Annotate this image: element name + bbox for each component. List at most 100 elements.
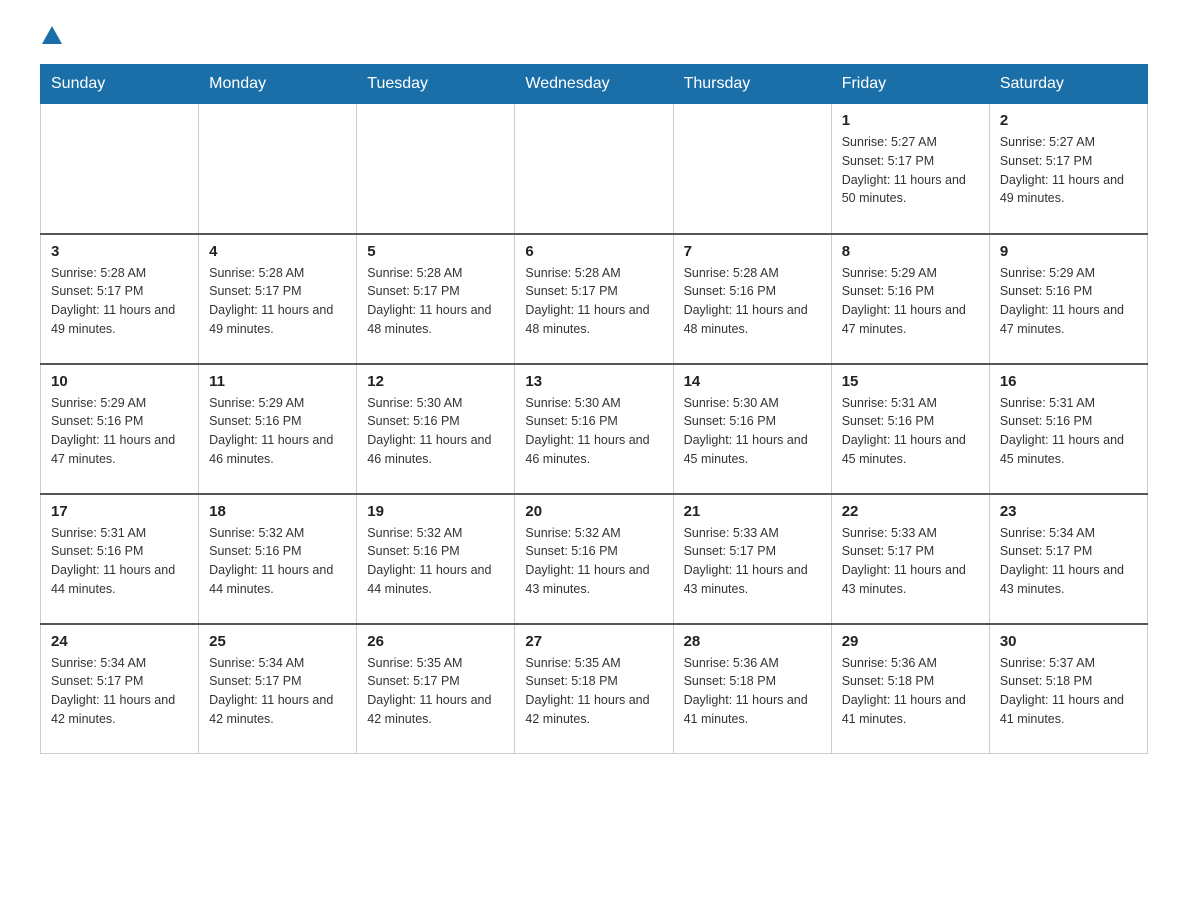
day-number: 4 bbox=[209, 243, 346, 260]
day-number: 3 bbox=[51, 243, 188, 260]
calendar-day-cell: 20 Sunrise: 5:32 AM Sunset: 5:16 PM Dayli… bbox=[515, 494, 673, 624]
day-number: 19 bbox=[367, 503, 504, 520]
day-sun-info: Sunrise: 5:33 AM Sunset: 5:17 PM Dayligh… bbox=[842, 524, 979, 599]
day-number: 18 bbox=[209, 503, 346, 520]
calendar-day-cell: 27 Sunrise: 5:35 AM Sunset: 5:18 PM Dayli… bbox=[515, 624, 673, 754]
day-number: 9 bbox=[1000, 243, 1137, 260]
calendar-day-cell bbox=[199, 104, 357, 234]
day-sun-info: Sunrise: 5:27 AM Sunset: 5:17 PM Dayligh… bbox=[1000, 133, 1137, 208]
calendar-day-cell bbox=[357, 104, 515, 234]
calendar-day-cell: 8Sunrise: 5:29 AM Sunset: 5:16 PM Daylig… bbox=[831, 234, 989, 364]
calendar-week-row: 1 Sunrise: 5:27 AM Sunset: 5:17 PM Daylig… bbox=[41, 104, 1148, 234]
day-of-week-header: Saturday bbox=[989, 65, 1147, 104]
day-number: 11 bbox=[209, 373, 346, 390]
day-sun-info: Sunrise: 5:32 AM Sunset: 5:16 PM Dayligh… bbox=[525, 524, 662, 599]
calendar-day-cell: 18 Sunrise: 5:32 AM Sunset: 5:16 PM Dayli… bbox=[199, 494, 357, 624]
day-sun-info: Sunrise: 5:30 AM Sunset: 5:16 PM Dayligh… bbox=[525, 394, 662, 469]
day-sun-info: Sunrise: 5:32 AM Sunset: 5:16 PM Dayligh… bbox=[209, 524, 346, 599]
day-number: 5 bbox=[367, 243, 504, 260]
logo bbox=[40, 30, 62, 44]
day-number: 1 bbox=[842, 112, 979, 129]
calendar-day-cell: 19 Sunrise: 5:32 AM Sunset: 5:16 PM Dayli… bbox=[357, 494, 515, 624]
calendar-day-cell: 4Sunrise: 5:28 AM Sunset: 5:17 PM Daylig… bbox=[199, 234, 357, 364]
day-number: 13 bbox=[525, 373, 662, 390]
calendar-day-cell: 21 Sunrise: 5:33 AM Sunset: 5:17 PM Dayli… bbox=[673, 494, 831, 624]
day-number: 14 bbox=[684, 373, 821, 390]
day-sun-info: Sunrise: 5:29 AM Sunset: 5:16 PM Dayligh… bbox=[209, 394, 346, 469]
page-header bbox=[40, 30, 1148, 44]
calendar-day-cell: 2 Sunrise: 5:27 AM Sunset: 5:17 PM Daylig… bbox=[989, 104, 1147, 234]
calendar-day-cell: 26 Sunrise: 5:35 AM Sunset: 5:17 PM Dayli… bbox=[357, 624, 515, 754]
day-sun-info: Sunrise: 5:29 AM Sunset: 5:16 PM Dayligh… bbox=[842, 264, 979, 339]
day-number: 10 bbox=[51, 373, 188, 390]
day-sun-info: Sunrise: 5:28 AM Sunset: 5:16 PM Dayligh… bbox=[684, 264, 821, 339]
calendar-day-cell: 11 Sunrise: 5:29 AM Sunset: 5:16 PM Dayli… bbox=[199, 364, 357, 494]
logo-triangle-icon bbox=[42, 26, 62, 44]
calendar-day-cell: 13 Sunrise: 5:30 AM Sunset: 5:16 PM Dayli… bbox=[515, 364, 673, 494]
calendar-day-cell bbox=[673, 104, 831, 234]
day-sun-info: Sunrise: 5:33 AM Sunset: 5:17 PM Dayligh… bbox=[684, 524, 821, 599]
day-number: 30 bbox=[1000, 633, 1137, 650]
calendar-day-cell: 22 Sunrise: 5:33 AM Sunset: 5:17 PM Dayli… bbox=[831, 494, 989, 624]
day-sun-info: Sunrise: 5:37 AM Sunset: 5:18 PM Dayligh… bbox=[1000, 654, 1137, 729]
day-sun-info: Sunrise: 5:34 AM Sunset: 5:17 PM Dayligh… bbox=[1000, 524, 1137, 599]
calendar-week-row: 24 Sunrise: 5:34 AM Sunset: 5:17 PM Dayli… bbox=[41, 624, 1148, 754]
calendar-day-cell: 3 Sunrise: 5:28 AM Sunset: 5:17 PM Daylig… bbox=[41, 234, 199, 364]
day-number: 22 bbox=[842, 503, 979, 520]
day-sun-info: Sunrise: 5:31 AM Sunset: 5:16 PM Dayligh… bbox=[842, 394, 979, 469]
day-number: 25 bbox=[209, 633, 346, 650]
day-number: 26 bbox=[367, 633, 504, 650]
calendar-table: SundayMondayTuesdayWednesdayThursdayFrid… bbox=[40, 64, 1148, 754]
calendar-day-cell: 14Sunrise: 5:30 AM Sunset: 5:16 PM Dayli… bbox=[673, 364, 831, 494]
calendar-week-row: 3 Sunrise: 5:28 AM Sunset: 5:17 PM Daylig… bbox=[41, 234, 1148, 364]
calendar-day-cell: 24 Sunrise: 5:34 AM Sunset: 5:17 PM Dayli… bbox=[41, 624, 199, 754]
calendar-day-cell: 28 Sunrise: 5:36 AM Sunset: 5:18 PM Dayli… bbox=[673, 624, 831, 754]
day-sun-info: Sunrise: 5:32 AM Sunset: 5:16 PM Dayligh… bbox=[367, 524, 504, 599]
day-sun-info: Sunrise: 5:29 AM Sunset: 5:16 PM Dayligh… bbox=[1000, 264, 1137, 339]
day-of-week-header: Tuesday bbox=[357, 65, 515, 104]
calendar-header-row: SundayMondayTuesdayWednesdayThursdayFrid… bbox=[41, 65, 1148, 104]
day-sun-info: Sunrise: 5:28 AM Sunset: 5:17 PM Dayligh… bbox=[51, 264, 188, 339]
day-sun-info: Sunrise: 5:30 AM Sunset: 5:16 PM Dayligh… bbox=[367, 394, 504, 469]
day-sun-info: Sunrise: 5:31 AM Sunset: 5:16 PM Dayligh… bbox=[1000, 394, 1137, 469]
day-sun-info: Sunrise: 5:36 AM Sunset: 5:18 PM Dayligh… bbox=[842, 654, 979, 729]
day-number: 12 bbox=[367, 373, 504, 390]
day-of-week-header: Monday bbox=[199, 65, 357, 104]
day-number: 24 bbox=[51, 633, 188, 650]
calendar-day-cell: 6Sunrise: 5:28 AM Sunset: 5:17 PM Daylig… bbox=[515, 234, 673, 364]
day-sun-info: Sunrise: 5:27 AM Sunset: 5:17 PM Dayligh… bbox=[842, 133, 979, 208]
day-number: 17 bbox=[51, 503, 188, 520]
day-of-week-header: Wednesday bbox=[515, 65, 673, 104]
calendar-day-cell bbox=[515, 104, 673, 234]
day-sun-info: Sunrise: 5:34 AM Sunset: 5:17 PM Dayligh… bbox=[51, 654, 188, 729]
calendar-day-cell: 7 Sunrise: 5:28 AM Sunset: 5:16 PM Daylig… bbox=[673, 234, 831, 364]
calendar-day-cell: 15 Sunrise: 5:31 AM Sunset: 5:16 PM Dayli… bbox=[831, 364, 989, 494]
calendar-day-cell: 9 Sunrise: 5:29 AM Sunset: 5:16 PM Daylig… bbox=[989, 234, 1147, 364]
day-number: 16 bbox=[1000, 373, 1137, 390]
calendar-day-cell: 10 Sunrise: 5:29 AM Sunset: 5:16 PM Dayli… bbox=[41, 364, 199, 494]
calendar-day-cell bbox=[41, 104, 199, 234]
day-number: 29 bbox=[842, 633, 979, 650]
day-sun-info: Sunrise: 5:36 AM Sunset: 5:18 PM Dayligh… bbox=[684, 654, 821, 729]
day-number: 20 bbox=[525, 503, 662, 520]
day-of-week-header: Sunday bbox=[41, 65, 199, 104]
calendar-week-row: 10 Sunrise: 5:29 AM Sunset: 5:16 PM Dayli… bbox=[41, 364, 1148, 494]
day-number: 21 bbox=[684, 503, 821, 520]
day-number: 27 bbox=[525, 633, 662, 650]
day-number: 7 bbox=[684, 243, 821, 260]
day-number: 15 bbox=[842, 373, 979, 390]
day-number: 2 bbox=[1000, 112, 1137, 129]
day-number: 6 bbox=[525, 243, 662, 260]
day-number: 23 bbox=[1000, 503, 1137, 520]
day-sun-info: Sunrise: 5:34 AM Sunset: 5:17 PM Dayligh… bbox=[209, 654, 346, 729]
calendar-day-cell: 12 Sunrise: 5:30 AM Sunset: 5:16 PM Dayli… bbox=[357, 364, 515, 494]
day-sun-info: Sunrise: 5:28 AM Sunset: 5:17 PM Dayligh… bbox=[367, 264, 504, 339]
day-number: 28 bbox=[684, 633, 821, 650]
calendar-day-cell: 23 Sunrise: 5:34 AM Sunset: 5:17 PM Dayli… bbox=[989, 494, 1147, 624]
day-sun-info: Sunrise: 5:31 AM Sunset: 5:16 PM Dayligh… bbox=[51, 524, 188, 599]
day-sun-info: Sunrise: 5:29 AM Sunset: 5:16 PM Dayligh… bbox=[51, 394, 188, 469]
day-sun-info: Sunrise: 5:35 AM Sunset: 5:18 PM Dayligh… bbox=[525, 654, 662, 729]
day-sun-info: Sunrise: 5:35 AM Sunset: 5:17 PM Dayligh… bbox=[367, 654, 504, 729]
calendar-day-cell: 25 Sunrise: 5:34 AM Sunset: 5:17 PM Dayli… bbox=[199, 624, 357, 754]
calendar-day-cell: 5 Sunrise: 5:28 AM Sunset: 5:17 PM Daylig… bbox=[357, 234, 515, 364]
